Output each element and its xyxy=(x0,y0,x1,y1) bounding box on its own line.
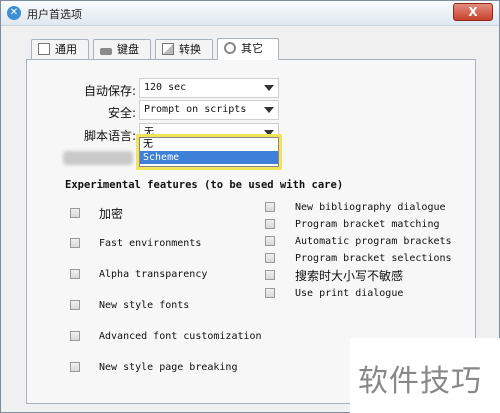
blurred-label xyxy=(63,151,133,165)
tab-label: 转换 xyxy=(179,43,201,56)
security-value: Prompt on scripts xyxy=(144,104,247,115)
watermark: 软件技巧 xyxy=(350,338,500,413)
general-icon xyxy=(38,43,50,55)
tab-label: 其它 xyxy=(241,42,263,55)
gear-icon xyxy=(224,42,236,54)
checkbox-label: Use print dialogue xyxy=(295,288,404,299)
checkbox-automatic-program-brackets[interactable] xyxy=(265,236,275,246)
checkbox-new-style-page-breaking[interactable] xyxy=(70,362,80,372)
experimental-features-title: Experimental features (to be used with c… xyxy=(65,179,344,191)
checkbox-new-bibliography-dialogue[interactable] xyxy=(265,202,275,212)
close-button[interactable]: X xyxy=(453,3,493,21)
checkbox-label: New style fonts xyxy=(99,300,190,311)
checkbox-label: 搜索时大小写不敏感 xyxy=(295,269,404,283)
checkbox-program-bracket-selections[interactable] xyxy=(265,253,275,263)
checkbox-label: Fast environments xyxy=(99,238,202,249)
checkbox-case-insensitive-search[interactable] xyxy=(265,270,275,280)
checkbox-label: New style page breaking xyxy=(99,362,238,373)
chevron-down-icon xyxy=(264,130,274,136)
checkbox-label: 加密 xyxy=(99,207,124,221)
checkbox-label: Advanced font customization xyxy=(99,331,262,342)
tab-general[interactable]: 通用 xyxy=(31,39,89,59)
script-language-dropdown: 无 Scheme xyxy=(136,134,282,170)
dropdown-option[interactable]: 无 xyxy=(140,138,278,151)
app-icon: ✕ xyxy=(7,6,21,20)
checkbox-label: Program bracket selections xyxy=(295,253,452,264)
autosave-value: 120 sec xyxy=(144,82,187,93)
convert-icon xyxy=(162,43,174,55)
checkbox-encryption[interactable] xyxy=(70,208,80,218)
tab-convert[interactable]: 转换 xyxy=(155,39,213,59)
tab-keyboard[interactable]: 键盘 xyxy=(93,39,151,59)
checkbox-label: Program bracket matching xyxy=(295,219,440,230)
checkbox-label: Automatic program brackets xyxy=(295,236,452,247)
checkbox-new-style-fonts[interactable] xyxy=(70,300,80,310)
checkbox-alpha-transparency[interactable] xyxy=(70,269,80,279)
dropdown-option-selected[interactable]: Scheme xyxy=(140,151,278,164)
checkbox-advanced-font-customization[interactable] xyxy=(70,331,80,341)
checkbox-label: New bibliography dialogue xyxy=(295,202,446,213)
window-title: 用户首选项 xyxy=(27,8,82,21)
checkbox-label: Alpha transparency xyxy=(99,269,208,280)
title-bar: ✕ 用户首选项 X xyxy=(1,1,499,26)
checkbox-fast-environments[interactable] xyxy=(70,238,80,248)
tab-label: 通用 xyxy=(55,43,77,56)
autosave-select[interactable]: 120 sec xyxy=(139,78,279,98)
script-language-label: 脚本语言: xyxy=(83,129,136,143)
chevron-down-icon xyxy=(264,107,274,113)
watermark-text: 软件技巧 xyxy=(358,364,482,399)
tab-label: 键盘 xyxy=(117,43,139,56)
security-select[interactable]: Prompt on scripts xyxy=(139,100,279,120)
autosave-label: 自动保存: xyxy=(83,84,136,98)
tab-other[interactable]: 其它 xyxy=(217,38,279,60)
chevron-down-icon xyxy=(264,85,274,91)
checkbox-use-print-dialogue[interactable] xyxy=(265,288,275,298)
security-label: 安全: xyxy=(107,106,136,120)
keyboard-icon xyxy=(100,48,112,55)
checkbox-program-bracket-matching[interactable] xyxy=(265,219,275,229)
